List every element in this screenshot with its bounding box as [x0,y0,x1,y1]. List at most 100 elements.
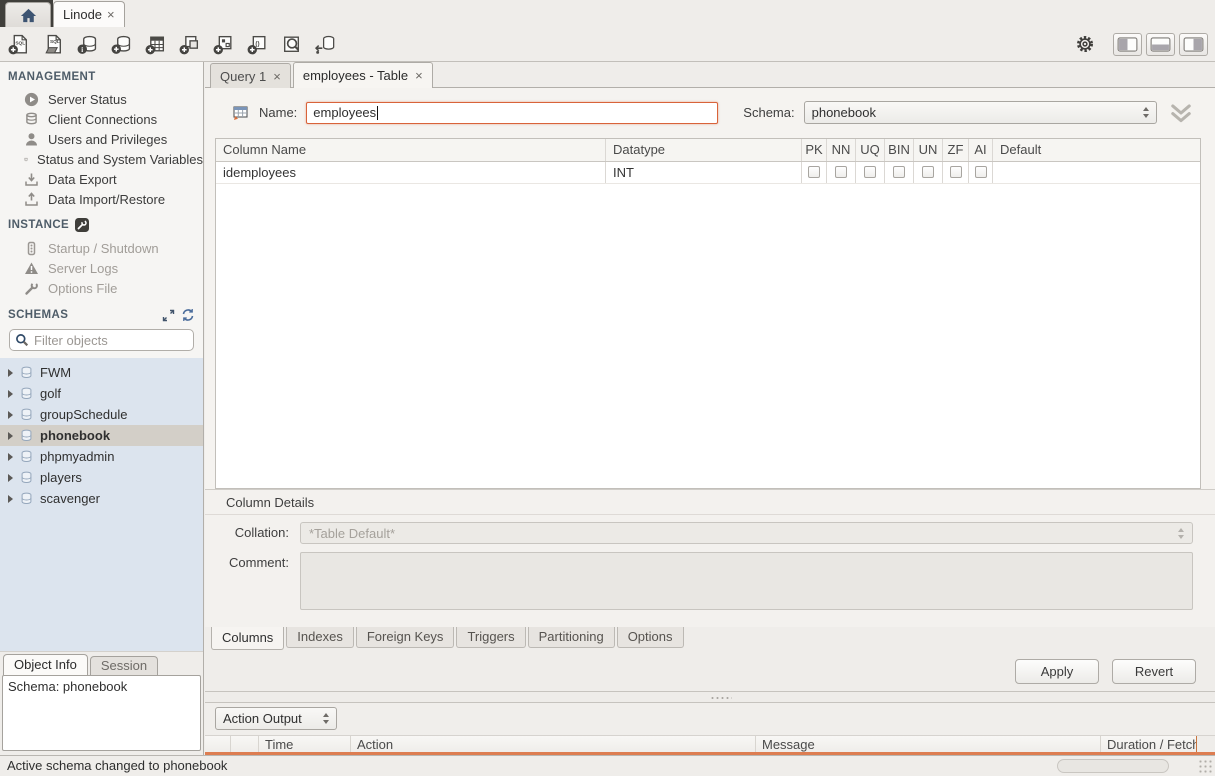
create-schema-button[interactable] [109,32,133,56]
action-output-scroll-gutter[interactable] [1197,736,1215,752]
revert-button[interactable]: Revert [1112,659,1196,684]
schema-item-scavenger[interactable]: scavenger [0,488,203,509]
tab-session[interactable]: Session [90,656,158,675]
sidebar-item-label: Server Logs [48,261,118,276]
sidebar-item-system-variables[interactable]: Status and System Variables [0,149,203,169]
schema-item-groupschedule[interactable]: groupSchedule [0,404,203,425]
output-splitter[interactable] [205,691,1215,703]
close-icon[interactable]: × [273,69,281,84]
close-icon[interactable]: × [107,7,115,22]
sidebar-item-startup-shutdown[interactable]: Startup / Shutdown [0,238,203,258]
pk-checkbox[interactable] [808,166,820,178]
expand-header-button[interactable] [1168,103,1194,123]
schema-item-phpmyadmin[interactable]: phpmyadmin [0,446,203,467]
subtab-columns[interactable]: Columns [211,627,284,650]
inspect-database-button[interactable] [75,32,99,56]
spinner-icon [1170,528,1184,539]
expander-icon[interactable] [8,453,13,461]
spinner-icon [1135,107,1149,118]
subtab-options[interactable]: Options [617,627,684,648]
zf-checkbox[interactable] [950,166,962,178]
create-view-button[interactable] [177,32,201,56]
column-header-uq: UQ [856,139,885,161]
tab-query-1[interactable]: Query 1 × [210,63,291,88]
output-selector[interactable]: Action Output [215,707,337,730]
sidebar-item-users-privileges[interactable]: Users and Privileges [0,129,203,149]
un-checkbox[interactable] [922,166,934,178]
warning-icon [24,261,39,276]
nn-checkbox[interactable] [835,166,847,178]
sidebar-item-server-status[interactable]: Server Status [0,89,203,109]
refresh-schemas-icon[interactable] [181,308,195,322]
cell-default[interactable] [993,162,1200,183]
expander-icon[interactable] [8,432,13,440]
preferences-button[interactable] [1075,34,1095,54]
toggle-left-sidebar-button[interactable] [1113,33,1142,56]
expand-panel-icon[interactable] [162,309,175,322]
cell-datatype[interactable]: INT [606,162,802,183]
table-name-input[interactable]: employees [306,102,718,124]
open-sql-script-button[interactable] [41,32,65,56]
schema-tree: FWM golf groupSchedule phonebook phpmyad… [0,358,203,651]
expander-icon[interactable] [8,390,13,398]
sidebar-item-label: Client Connections [48,112,157,127]
expander-icon[interactable] [8,411,13,419]
schema-db-icon [20,408,33,421]
new-sql-tab-button[interactable] [7,32,31,56]
subtab-triggers[interactable]: Triggers [456,627,525,648]
instance-title-text: INSTANCE [8,219,69,231]
expander-icon[interactable] [8,369,13,377]
connection-tab-linode[interactable]: Linode × [53,1,125,27]
ai-checkbox[interactable] [975,166,987,178]
action-output-col-action: Action [351,736,756,752]
toggle-bottom-panel-button[interactable] [1146,33,1175,56]
schema-item-phonebook[interactable]: phonebook [0,425,203,446]
table-editor: Name: employees Schema: phonebook Column… [205,88,1215,691]
action-output-header: Time Action Message Duration / Fetch [205,735,1215,752]
resize-grip-icon[interactable] [1198,759,1213,774]
filter-objects-input[interactable] [34,333,188,348]
expander-icon[interactable] [8,474,13,482]
uq-checkbox[interactable] [864,166,876,178]
expander-icon[interactable] [8,495,13,503]
schema-item-fwm[interactable]: FWM [0,362,203,383]
sidebar-item-options-file[interactable]: Options File [0,278,203,298]
create-procedure-button[interactable] [211,32,235,56]
subtab-foreign-keys[interactable]: Foreign Keys [356,627,455,648]
subtab-indexes[interactable]: Indexes [286,627,354,648]
collation-select: *Table Default* [300,522,1193,544]
system-variables-icon [24,152,28,167]
apply-button[interactable]: Apply [1015,659,1099,684]
column-header-default: Default [993,139,1200,161]
comment-label: Comment: [223,552,289,570]
schema-name: phonebook [40,428,110,443]
home-tab[interactable] [5,2,51,27]
schema-db-icon [20,387,33,400]
table-editor-icon [232,105,249,121]
tab-object-info[interactable]: Object Info [3,654,88,675]
sidebar-item-server-logs[interactable]: Server Logs [0,258,203,278]
home-icon [19,7,38,24]
collation-value: *Table Default* [309,526,395,541]
schema-select[interactable]: phonebook [804,101,1157,124]
tab-employees-table[interactable]: employees - Table × [293,62,433,88]
column-details-section: Column Details Collation: *Table Default… [205,489,1215,627]
close-icon[interactable]: × [415,68,423,83]
search-data-button[interactable] [279,32,303,56]
play-circle-icon [24,92,39,107]
bin-checkbox[interactable] [893,166,905,178]
create-table-button[interactable] [143,32,167,56]
create-function-button[interactable] [245,32,269,56]
sidebar-item-label: Startup / Shutdown [48,241,159,256]
sidebar-item-data-export[interactable]: Data Export [0,169,203,189]
schema-item-players[interactable]: players [0,467,203,488]
schema-item-golf[interactable]: golf [0,383,203,404]
schemas-section-header: SCHEMAS [0,308,203,322]
admin-wrench-badge-icon [75,218,89,232]
sidebar-item-client-connections[interactable]: Client Connections [0,109,203,129]
toggle-right-sidebar-button[interactable] [1179,33,1208,56]
subtab-partitioning[interactable]: Partitioning [528,627,615,648]
cell-column-name[interactable]: idemployees [216,162,606,183]
reconnect-dbms-button[interactable] [313,32,337,56]
sidebar-item-data-import[interactable]: Data Import/Restore [0,189,203,209]
